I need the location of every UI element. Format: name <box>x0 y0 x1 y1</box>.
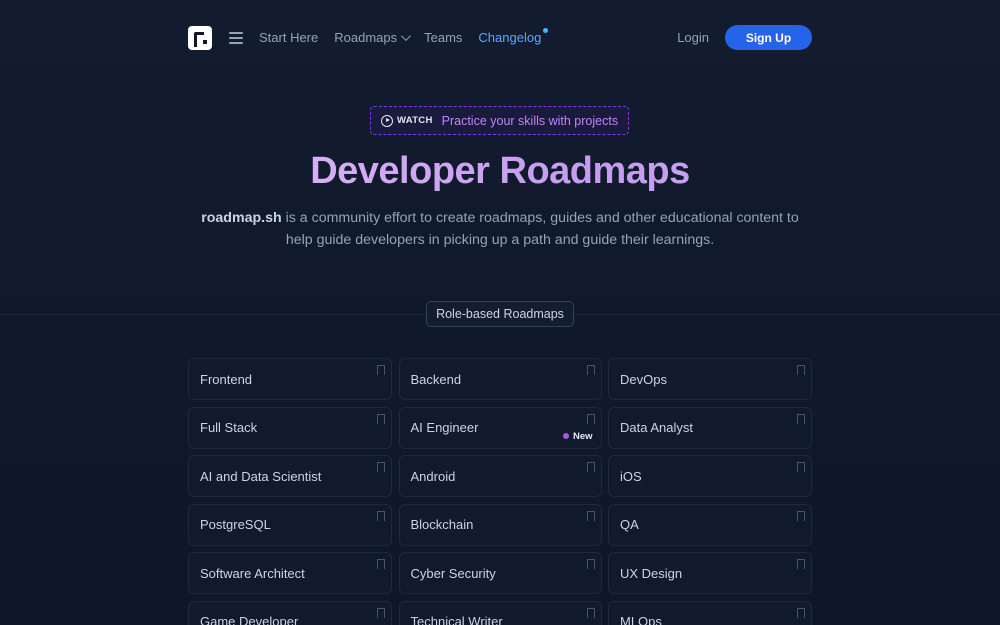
roadmap-card-label: MLOps <box>620 614 662 625</box>
nav-start-here-label: Start Here <box>259 30 319 45</box>
nav-teams[interactable]: Teams <box>424 30 462 45</box>
roadmap-card-label: Backend <box>410 371 462 387</box>
watch-label: WATCH <box>397 115 433 126</box>
roadmap-card-label: Game Developer <box>200 614 299 625</box>
roadmap-card[interactable]: DevOps <box>608 358 812 400</box>
nav-links: Start Here Roadmaps Teams Changelog <box>259 28 557 45</box>
roadmap-card[interactable]: Software Architect <box>188 552 392 594</box>
roadmap-card-label: Technical Writer <box>410 614 503 625</box>
roadmap-card-label: Full Stack <box>200 420 258 435</box>
roadmap-card[interactable]: QA <box>608 503 812 546</box>
nav-changelog-label: Changelog <box>478 30 542 45</box>
bookmark-icon[interactable] <box>377 607 385 621</box>
roadmap-card[interactable]: Data Analyst <box>608 406 812 449</box>
roadmap-card[interactable]: Game Developer <box>188 600 392 625</box>
roadmap-card[interactable]: Blockchain <box>398 503 602 546</box>
roadmap-card[interactable]: Backend <box>398 358 602 400</box>
roadmap-card-label: DevOps <box>620 371 667 387</box>
brand-name: roadmap.sh <box>201 210 282 226</box>
section-heading: Role-based Roadmaps <box>426 301 574 327</box>
bookmark-icon[interactable] <box>586 365 595 378</box>
watch-text: Practice your skills with projects <box>441 113 619 128</box>
new-dot-icon <box>562 433 569 439</box>
bookmark-icon[interactable] <box>377 559 385 572</box>
login-link[interactable]: Login <box>677 30 709 45</box>
roadmap-card[interactable]: PostgreSQL <box>188 503 392 546</box>
nav-auth: Login Sign Up <box>677 25 812 50</box>
roadmap-card-label: iOS <box>620 468 642 484</box>
nav-roadmaps-dropdown[interactable]: Roadmaps <box>334 30 411 45</box>
roadmap-card[interactable]: MLOps <box>608 600 812 625</box>
roadmap-card[interactable]: Android <box>398 455 602 497</box>
roadmap-card[interactable]: Frontend <box>188 358 392 400</box>
bookmark-icon[interactable] <box>797 559 805 572</box>
bookmark-icon[interactable] <box>586 607 595 621</box>
roadmap-card-label: QA <box>620 517 639 532</box>
roadmap-card[interactable]: AI and Data Scientist <box>188 455 392 497</box>
bookmark-icon[interactable] <box>586 413 595 427</box>
roadmap-card[interactable]: UX Design <box>608 552 812 594</box>
roadmap-card-label: Frontend <box>200 371 253 387</box>
roadmap-card-label: AI and Data Scientist <box>200 468 322 484</box>
roadmap-card-label: Software Architect <box>200 565 305 581</box>
nav-changelog[interactable]: Changelog <box>478 28 549 45</box>
roadmap-logo[interactable] <box>188 25 212 50</box>
roadmap-card[interactable]: Technical Writer <box>398 600 602 625</box>
subtitle-text: is a community effort to create roadmaps… <box>281 210 799 248</box>
bookmark-icon[interactable] <box>797 413 805 427</box>
roadmap-card-label: Blockchain <box>410 517 474 532</box>
bookmark-icon[interactable] <box>797 607 805 621</box>
roadmap-card[interactable]: Cyber Security <box>398 552 602 594</box>
roadmap-card-label: Android <box>410 468 456 484</box>
roadmap-card-label: Cyber Security <box>410 565 496 581</box>
hamburger-icon[interactable] <box>229 31 243 44</box>
bookmark-icon[interactable] <box>797 510 805 524</box>
bookmark-icon[interactable] <box>377 462 385 475</box>
roadmap-card[interactable]: AI Engineer New <box>398 406 602 449</box>
roadmap-card-label: UX Design <box>620 565 683 581</box>
hero-subtitle: roadmap.sh is a community effort to crea… <box>190 207 810 251</box>
bookmark-icon[interactable] <box>797 365 805 378</box>
roadmap-card-label: AI Engineer <box>410 420 479 435</box>
roadmap-card-label: PostgreSQL <box>200 517 271 532</box>
roadmap-card-label: Data Analyst <box>620 420 693 435</box>
bookmark-icon[interactable] <box>377 413 385 427</box>
bookmark-icon[interactable] <box>586 462 595 475</box>
play-circle-icon <box>381 114 393 127</box>
signup-button[interactable]: Sign Up <box>725 25 812 50</box>
nav-teams-label: Teams <box>424 30 463 45</box>
roadmap-grid: Frontend Backend DevOps Full Stack AI Engine… <box>188 358 812 625</box>
bookmark-icon[interactable] <box>586 510 595 524</box>
page-title: Developer Roadmaps <box>0 150 1000 193</box>
bookmark-icon[interactable] <box>377 365 385 378</box>
top-nav: Start Here Roadmaps Teams Changelog Logi… <box>188 25 812 50</box>
nav-roadmaps-label: Roadmaps <box>334 30 398 45</box>
roadmap-card[interactable]: iOS <box>608 455 812 497</box>
bookmark-icon[interactable] <box>797 462 805 475</box>
nav-start-here[interactable]: Start Here <box>259 30 318 45</box>
notification-dot <box>543 28 549 33</box>
bookmark-icon[interactable] <box>377 510 385 524</box>
bookmark-icon[interactable] <box>586 559 595 572</box>
new-badge: New <box>562 430 593 442</box>
roadmap-card[interactable]: Full Stack <box>188 406 392 449</box>
new-badge-label: New <box>572 430 593 442</box>
watch-projects-banner[interactable]: WATCH Practice your skills with projects <box>370 106 629 135</box>
chevron-down-icon <box>401 31 411 42</box>
